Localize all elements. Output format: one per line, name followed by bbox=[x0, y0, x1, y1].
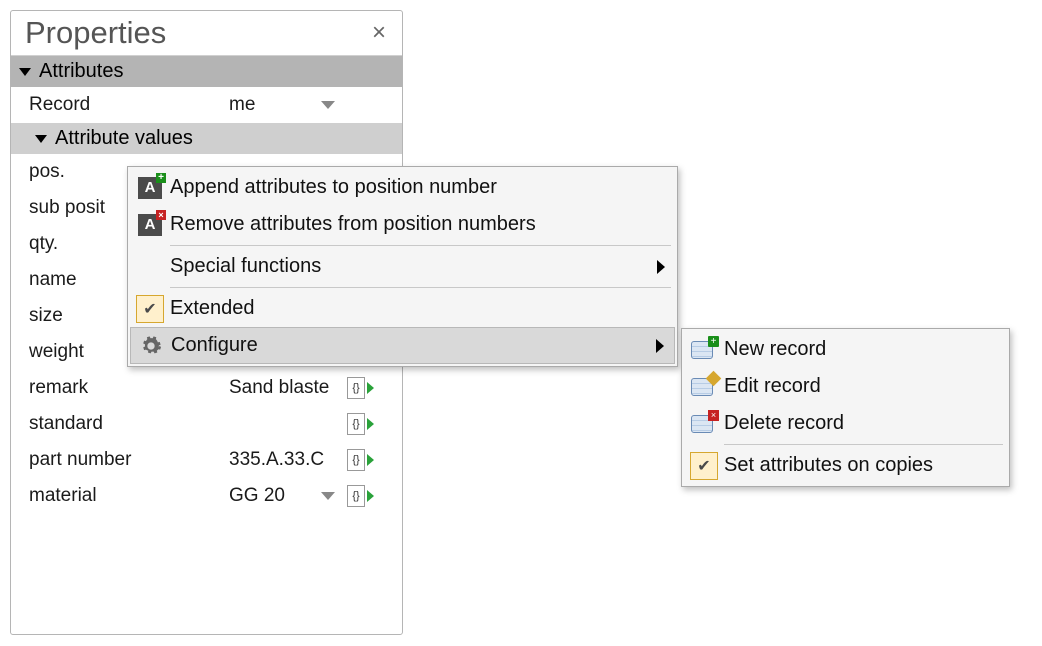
braces-button[interactable]: {} bbox=[347, 413, 365, 435]
section-attribute-values-label: Attribute values bbox=[55, 127, 193, 150]
context-menu: A+ Append attributes to position number … bbox=[127, 166, 678, 367]
new-record-icon: + bbox=[684, 338, 724, 362]
attr-row: standard {} bbox=[11, 406, 402, 442]
record-select[interactable]: me bbox=[229, 94, 341, 116]
menu-item-set-attributes-on-copies[interactable]: ✔ Set attributes on copies bbox=[684, 447, 1007, 484]
submenu-arrow-icon bbox=[656, 339, 664, 353]
attr-value: GG 20 bbox=[229, 485, 285, 507]
attr-label: part number bbox=[29, 449, 229, 471]
section-attribute-values[interactable]: Attribute values bbox=[11, 123, 402, 154]
menu-separator bbox=[170, 245, 671, 246]
play-icon[interactable] bbox=[367, 382, 374, 394]
chevron-down-icon bbox=[35, 135, 47, 143]
attr-value-select[interactable]: GG 20 bbox=[229, 485, 341, 507]
play-icon[interactable] bbox=[367, 490, 374, 502]
panel-title: Properties bbox=[25, 15, 166, 51]
attr-label: remark bbox=[29, 377, 229, 399]
play-icon[interactable] bbox=[367, 454, 374, 466]
menu-label: Append attributes to position number bbox=[170, 176, 675, 199]
submenu-arrow-icon bbox=[657, 260, 665, 274]
menu-item-remove[interactable]: A× Remove attributes from position numbe… bbox=[130, 206, 675, 243]
menu-item-new-record[interactable]: + New record bbox=[684, 331, 1007, 368]
close-icon[interactable]: × bbox=[368, 19, 390, 47]
menu-separator bbox=[170, 287, 671, 288]
dropdown-icon bbox=[321, 101, 335, 109]
braces-button[interactable]: {} bbox=[347, 449, 365, 471]
gear-icon bbox=[131, 335, 171, 357]
remove-attribute-icon: A× bbox=[130, 214, 170, 236]
menu-item-configure[interactable]: Configure bbox=[130, 327, 675, 364]
record-value: me bbox=[229, 94, 255, 116]
dropdown-icon bbox=[321, 492, 335, 500]
check-icon: ✔ bbox=[684, 450, 724, 482]
menu-label: Remove attributes from position numbers bbox=[170, 213, 675, 236]
menu-item-edit-record[interactable]: Edit record bbox=[684, 368, 1007, 405]
append-attribute-icon: A+ bbox=[130, 177, 170, 199]
braces-button[interactable]: {} bbox=[347, 485, 365, 507]
record-label: Record bbox=[29, 94, 229, 116]
menu-label: New record bbox=[724, 338, 1007, 361]
menu-item-special[interactable]: Special functions bbox=[130, 248, 675, 285]
delete-record-icon: × bbox=[684, 412, 724, 436]
attr-row: material GG 20 {} bbox=[11, 478, 402, 514]
play-icon[interactable] bbox=[367, 418, 374, 430]
braces-button[interactable]: {} bbox=[347, 377, 365, 399]
section-attributes[interactable]: Attributes bbox=[11, 56, 402, 87]
menu-label: Edit record bbox=[724, 375, 1007, 398]
attr-row: part number 335.A.33.C {} bbox=[11, 442, 402, 478]
menu-label: Set attributes on copies bbox=[724, 454, 1007, 477]
attr-label: standard bbox=[29, 413, 229, 435]
attr-row: remark Sand blaste {} bbox=[11, 370, 402, 406]
menu-label: Special functions bbox=[170, 255, 657, 278]
attr-value[interactable]: Sand blaste bbox=[229, 377, 341, 399]
attr-label: material bbox=[29, 485, 229, 507]
context-submenu-configure: + New record Edit record × Delete record… bbox=[681, 328, 1010, 487]
chevron-down-icon bbox=[19, 68, 31, 76]
record-row: Record me bbox=[11, 87, 402, 123]
panel-header: Properties × bbox=[11, 11, 402, 56]
menu-item-extended[interactable]: ✔ Extended bbox=[130, 290, 675, 327]
menu-label: Delete record bbox=[724, 412, 1007, 435]
menu-item-delete-record[interactable]: × Delete record bbox=[684, 405, 1007, 442]
edit-record-icon bbox=[684, 375, 724, 399]
menu-label: Configure bbox=[171, 334, 656, 357]
check-icon: ✔ bbox=[130, 293, 170, 325]
attr-value[interactable]: 335.A.33.C bbox=[229, 449, 341, 471]
section-attributes-label: Attributes bbox=[39, 60, 123, 83]
menu-item-append[interactable]: A+ Append attributes to position number bbox=[130, 169, 675, 206]
menu-label: Extended bbox=[170, 297, 675, 320]
menu-separator bbox=[724, 444, 1003, 445]
